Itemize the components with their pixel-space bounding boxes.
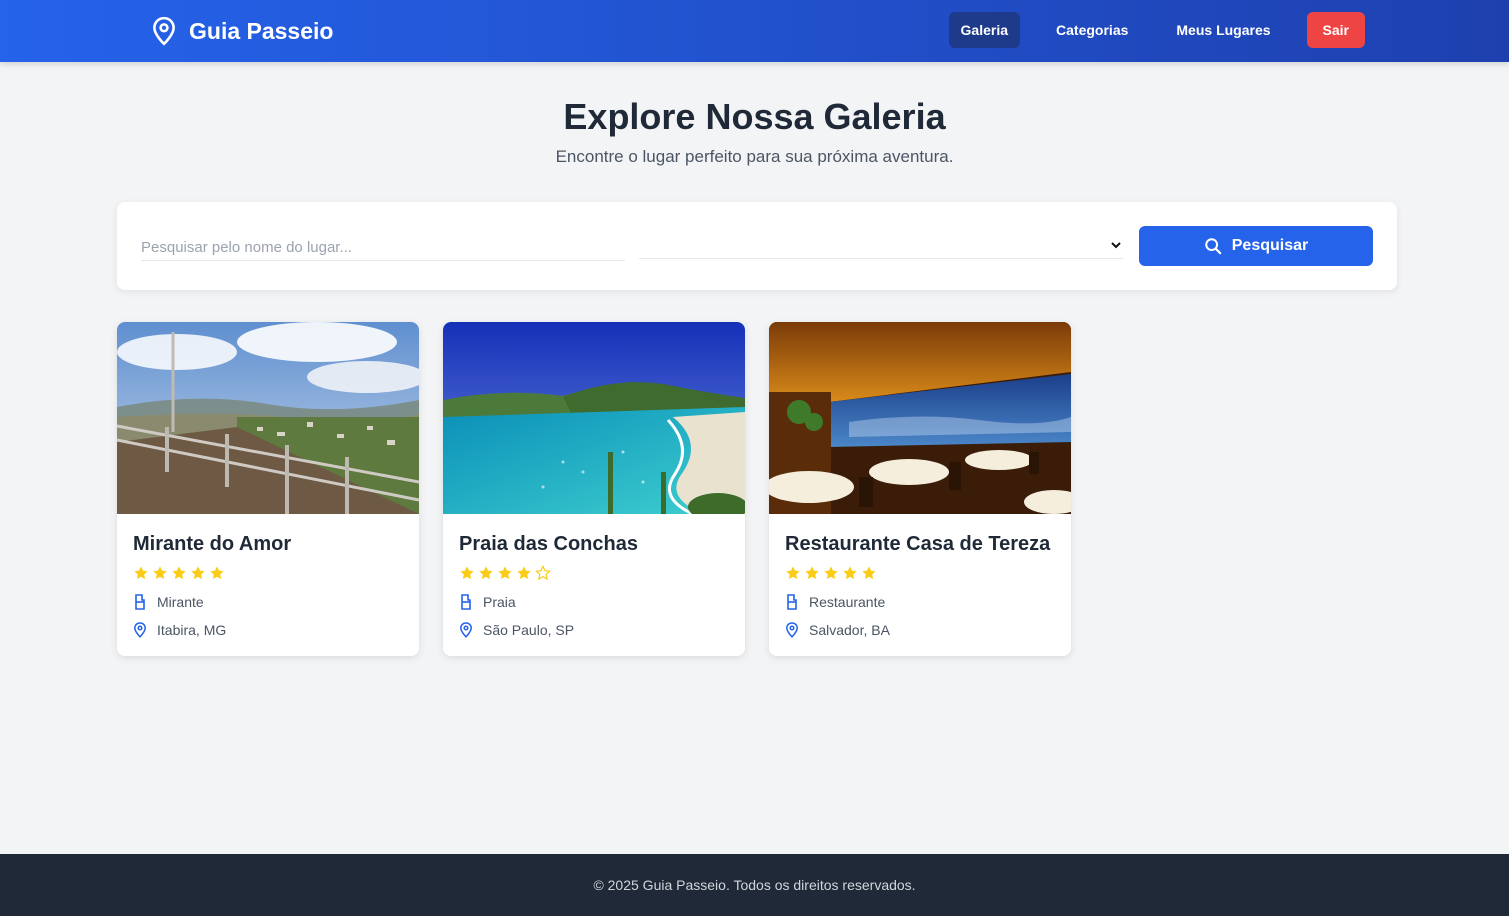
- search-input[interactable]: [141, 235, 625, 261]
- map-pin-icon: [786, 622, 798, 638]
- place-location: Itabira, MG: [133, 622, 226, 638]
- rating-stars: [459, 565, 551, 581]
- search-button-label: Pesquisar: [1231, 237, 1309, 254]
- rating-stars: [785, 565, 877, 581]
- place-location-label: Itabira, MG: [157, 622, 227, 638]
- search-icon: [1205, 238, 1222, 255]
- tag-icon: [787, 594, 797, 610]
- place-category: Mirante: [133, 594, 204, 610]
- footer: © 2025 Guia Passeio. Todos os direitos r…: [0, 854, 1509, 916]
- star-outline-icon: [535, 565, 551, 581]
- star-icon: [843, 566, 857, 580]
- star-icon: [862, 566, 876, 580]
- category-select[interactable]: [639, 235, 1123, 259]
- map-pin-icon: [134, 622, 146, 638]
- place-category-label: Restaurante: [809, 594, 886, 610]
- star-icon: [134, 566, 148, 580]
- logout-button[interactable]: Sair: [1306, 12, 1365, 48]
- place-card[interactable]: Praia das Conchas Praia São Paulo, SP: [443, 322, 745, 656]
- main-nav: Galeria Categorias Meus Lugares Sair: [948, 12, 1365, 48]
- star-icon: [153, 566, 167, 580]
- star-icon: [517, 566, 531, 580]
- brand[interactable]: Guia Passeio: [151, 16, 333, 46]
- nav-galeria[interactable]: Galeria: [948, 12, 1021, 48]
- search-button[interactable]: Pesquisar: [1139, 226, 1373, 266]
- place-category: Praia: [459, 594, 516, 610]
- star-icon: [210, 566, 224, 580]
- star-icon: [824, 566, 838, 580]
- place-name: Mirante do Amor: [133, 533, 292, 555]
- place-location: São Paulo, SP: [459, 622, 574, 638]
- star-icon: [805, 566, 819, 580]
- map-pin-icon: [153, 16, 175, 46]
- place-category-label: Mirante: [157, 594, 204, 610]
- top-navbar: Guia Passeio Galeria Categorias Meus Lug…: [0, 0, 1509, 62]
- chevron-down-icon: [1111, 242, 1121, 249]
- tag-icon: [135, 594, 145, 610]
- place-location: Salvador, BA: [785, 622, 890, 638]
- place-name: Restaurante Casa de Tereza: [785, 533, 1051, 555]
- place-image-beach: [443, 322, 745, 514]
- place-category-label: Praia: [483, 594, 516, 610]
- place-card[interactable]: Restaurante Casa de Tereza Restaurante S…: [769, 322, 1071, 656]
- star-icon: [460, 566, 474, 580]
- place-location-label: Salvador, BA: [809, 622, 890, 638]
- page-subtitle: Encontre o lugar perfeito para sua próxi…: [555, 147, 954, 166]
- footer-copyright: © 2025 Guia Passeio. Todos os direitos r…: [593, 877, 916, 893]
- map-pin-icon: [460, 622, 472, 638]
- nav-categorias[interactable]: Categorias: [1044, 12, 1140, 48]
- place-image-restaurant: [769, 322, 1071, 514]
- place-category: Restaurante: [785, 594, 885, 610]
- star-icon: [479, 566, 493, 580]
- star-icon: [786, 566, 800, 580]
- rating-stars: [133, 565, 225, 581]
- tag-icon: [461, 594, 471, 610]
- brand-name: Guia Passeio: [189, 17, 334, 44]
- star-icon: [172, 566, 186, 580]
- star-icon: [498, 566, 512, 580]
- page-title: Explore Nossa Galeria: [563, 96, 946, 137]
- search-panel: Pesquisar: [117, 202, 1397, 290]
- nav-meus-lugares[interactable]: Meus Lugares: [1164, 12, 1282, 48]
- place-location-label: São Paulo, SP: [483, 622, 575, 638]
- star-icon: [191, 566, 205, 580]
- place-card[interactable]: Mirante do Amor Mirante Itabira, MG: [117, 322, 419, 656]
- place-image-overlook: [117, 322, 419, 514]
- place-name: Praia das Conchas: [459, 533, 638, 555]
